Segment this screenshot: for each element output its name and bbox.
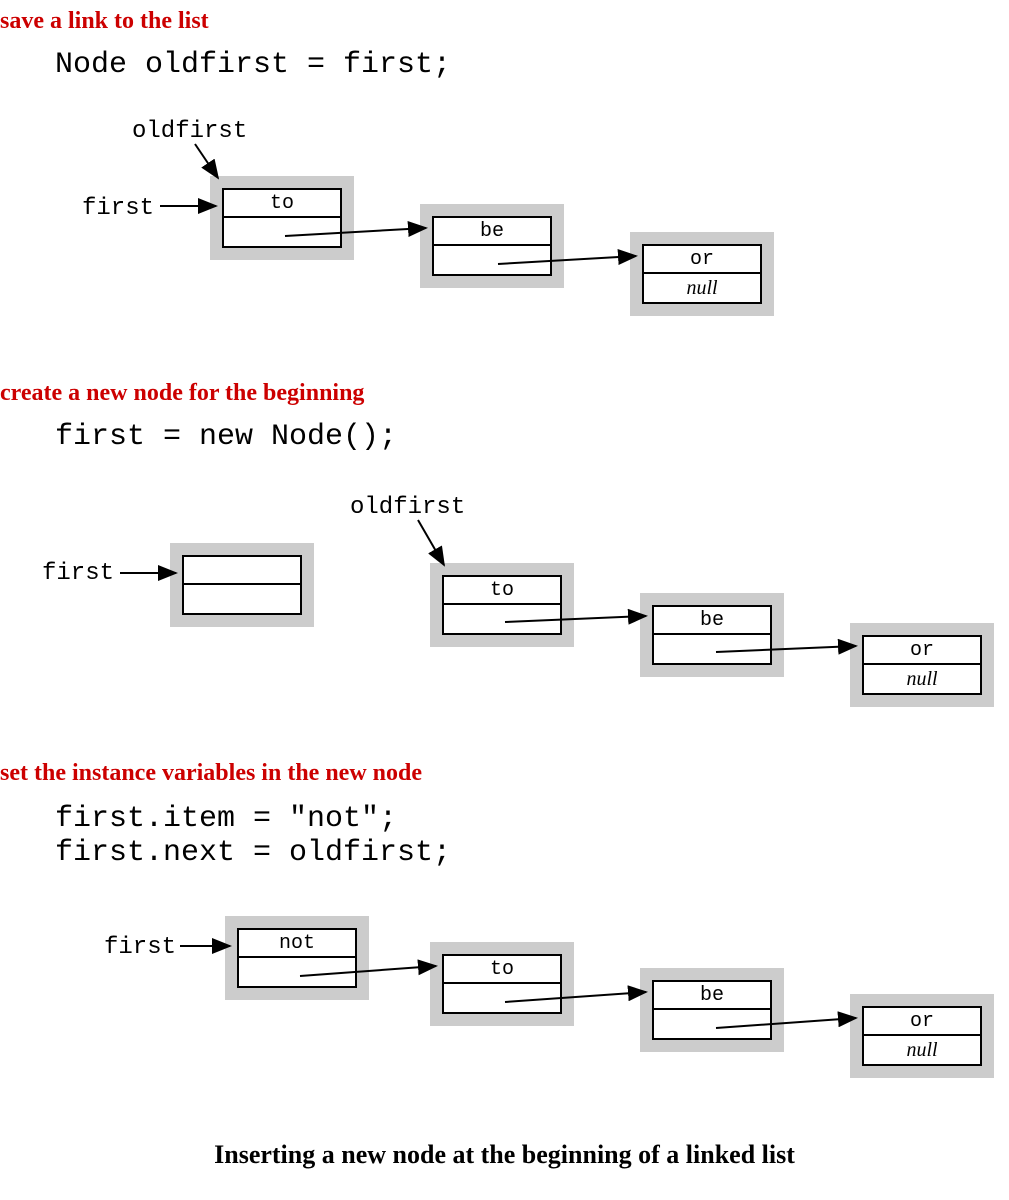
step3-node-not-next	[239, 958, 355, 986]
step2-node-or-item: or	[864, 637, 980, 665]
caption: Inserting a new node at the beginning of…	[0, 1140, 1009, 1170]
step3-node-to: to	[430, 942, 574, 1026]
step2-arrow-oldfirst	[418, 520, 444, 565]
step2-first-label: first	[42, 560, 114, 587]
step3-node-or-next: null	[864, 1036, 980, 1064]
step3-node-or-item: or	[864, 1008, 980, 1036]
step1-first-label: first	[82, 195, 154, 222]
step3-node-or: or null	[850, 994, 994, 1078]
step2-node-to: to	[430, 563, 574, 647]
step2-oldfirst-label: oldfirst	[350, 494, 465, 521]
step3-node-be: be	[640, 968, 784, 1052]
step3-node-be-next	[654, 1010, 770, 1038]
step2-node-to-item: to	[444, 577, 560, 605]
step3-node-be-item: be	[654, 982, 770, 1010]
step1-node-be-next	[434, 246, 550, 274]
step2-node-or: or null	[850, 623, 994, 707]
step1-heading: save a link to the list	[0, 8, 209, 35]
step1-node-or-item: or	[644, 246, 760, 274]
step1-node-or: or null	[630, 232, 774, 316]
step2-node-new-next	[184, 585, 300, 613]
step3-node-not: not	[225, 916, 369, 1000]
step2-node-new-item	[184, 557, 300, 585]
step2-node-new	[170, 543, 314, 627]
step2-node-to-next	[444, 605, 560, 633]
step3-node-not-item: not	[239, 930, 355, 958]
step1-node-to-next	[224, 218, 340, 246]
step1-node-be-item: be	[434, 218, 550, 246]
step1-code: Node oldfirst = first;	[55, 48, 451, 82]
step2-code: first = new Node();	[55, 420, 397, 454]
step3-code: first.item = "not"; first.next = oldfirs…	[55, 802, 451, 870]
step1-arrow-oldfirst	[195, 144, 218, 178]
step2-heading: create a new node for the beginning	[0, 380, 364, 407]
step3-heading: set the instance variables in the new no…	[0, 760, 422, 787]
step3-first-label: first	[104, 934, 176, 961]
step1-node-to: to	[210, 176, 354, 260]
step1-node-to-item: to	[224, 190, 340, 218]
step2-node-be-item: be	[654, 607, 770, 635]
step3-node-to-next	[444, 984, 560, 1012]
step3-node-to-item: to	[444, 956, 560, 984]
step2-node-or-next: null	[864, 665, 980, 693]
step1-node-be: be	[420, 204, 564, 288]
step2-node-be-next	[654, 635, 770, 663]
step1-oldfirst-label: oldfirst	[132, 118, 247, 145]
step2-node-be: be	[640, 593, 784, 677]
step1-node-or-next: null	[644, 274, 760, 302]
